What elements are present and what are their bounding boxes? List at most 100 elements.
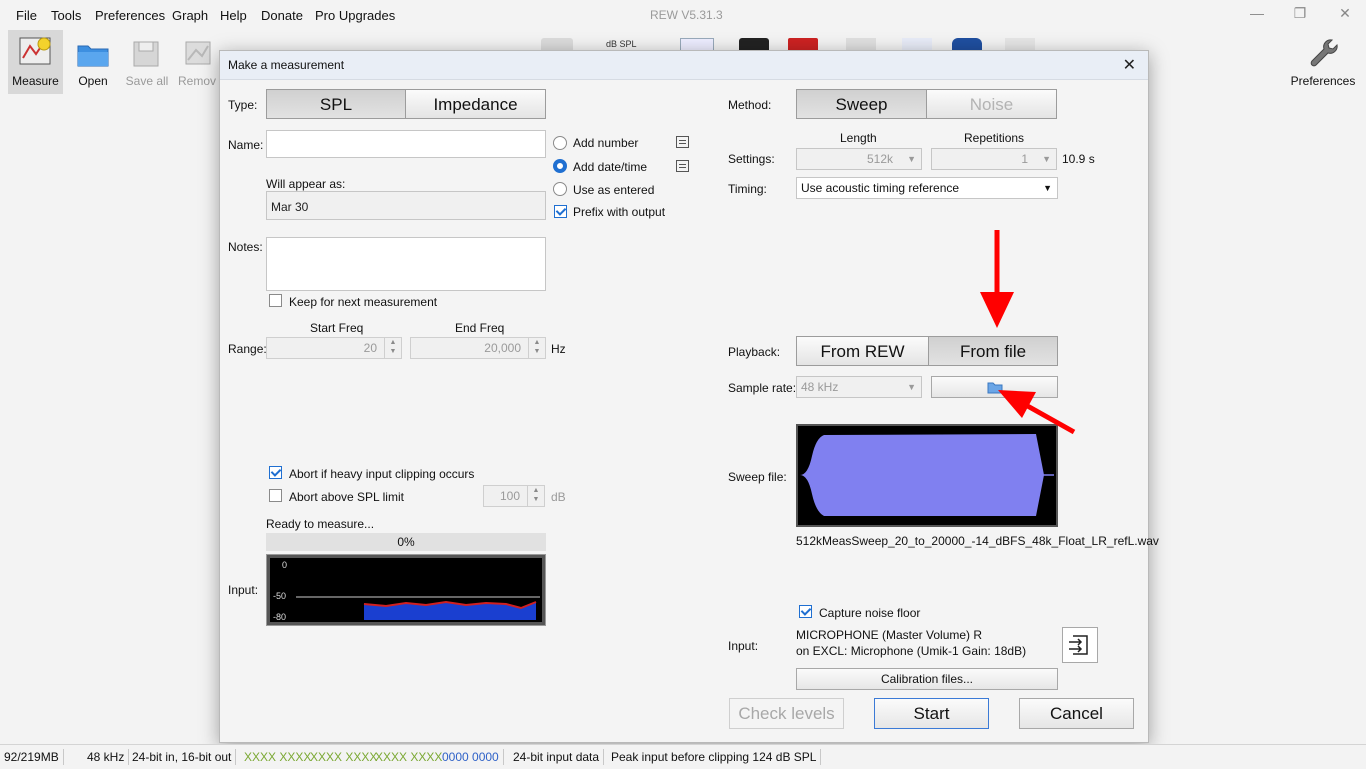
menu-graph[interactable]: Graph — [172, 8, 208, 23]
menu-pro-upgrades[interactable]: Pro Upgrades — [315, 8, 395, 23]
annotation-arrow-down-icon — [980, 230, 1014, 328]
length-label: Length — [840, 131, 877, 145]
method-label: Method: — [728, 98, 772, 112]
status-indicator-3: XXXX XXXX — [375, 750, 443, 764]
abort-spl-label: Abort above SPL limit — [289, 490, 404, 504]
sweep-filename: 512kMeasSweep_20_to_20000_-14_dBFS_48k_F… — [796, 534, 1159, 548]
sample-rate-label: Sample rate: — [728, 381, 797, 395]
prefix-output-checkbox[interactable] — [554, 205, 567, 218]
save-all-button[interactable]: Save all — [120, 30, 174, 94]
capture-noise-floor-checkbox[interactable] — [799, 605, 812, 618]
add-number-radio[interactable] — [553, 136, 567, 150]
method-sweep-button[interactable]: Sweep — [796, 89, 927, 119]
save-all-label: Save all — [125, 74, 169, 88]
right-input-label: Input: — [728, 639, 759, 653]
spl-meter-icon[interactable]: dB SPL — [606, 39, 637, 49]
menu-file[interactable]: File — [16, 8, 37, 23]
remove-button[interactable]: Remov — [176, 30, 218, 94]
list-settings-icon[interactable] — [676, 136, 689, 148]
timing-value: Use acoustic timing reference — [801, 181, 960, 195]
preferences-button[interactable]: Preferences — [1290, 30, 1356, 94]
playback-label: Playback: — [728, 345, 781, 359]
start-freq-spinner[interactable]: 20 ▲ ▼ — [266, 337, 402, 359]
dialog-titlebar: Make a measurement ✕ — [220, 51, 1148, 80]
timing-select[interactable]: Use acoustic timing reference ▼ — [796, 177, 1058, 199]
end-freq-value: 20,000 — [484, 341, 521, 355]
type-impedance-button[interactable]: Impedance — [405, 89, 546, 119]
sample-rate-select[interactable]: 48 kHz ▼ — [796, 376, 922, 398]
eq-filters-icon[interactable] — [952, 38, 982, 50]
spinner-arrows-icon[interactable]: ▲ ▼ — [528, 338, 545, 358]
cancel-button[interactable]: Cancel — [1019, 698, 1134, 729]
timing-label: Timing: — [728, 182, 767, 196]
spinner-arrows-icon[interactable]: ▲ ▼ — [384, 338, 401, 358]
name-input[interactable] — [266, 130, 546, 158]
minimize-icon[interactable]: — — [1246, 5, 1268, 25]
chevron-down-icon: ▼ — [907, 154, 916, 164]
folder-open-icon — [77, 45, 109, 67]
type-label: Type: — [228, 98, 258, 112]
use-as-entered-label: Use as entered — [573, 183, 655, 197]
check-levels-button[interactable]: Check levels — [729, 698, 844, 729]
playback-from-rew-button[interactable]: From REW — [796, 336, 929, 366]
status-indicator-1: XXXX XXXX — [244, 750, 312, 764]
meter-tick-0: 0 — [282, 560, 288, 570]
spinner-arrows-icon[interactable]: ▲ ▼ — [527, 486, 544, 506]
spl-limit-spinner[interactable]: 100 ▲ ▼ — [483, 485, 545, 507]
sample-rate-value: 48 kHz — [801, 380, 839, 394]
length-select[interactable]: 512k ▼ — [796, 148, 922, 170]
status-bar: 92/219MB 48 kHz 24-bit in, 16-bit out XX… — [0, 744, 1366, 769]
repetitions-select[interactable]: 1 ▼ — [931, 148, 1057, 170]
add-datetime-radio[interactable] — [553, 159, 567, 173]
type-spl-button[interactable]: SPL — [266, 89, 406, 119]
abort-clipping-checkbox[interactable] — [269, 466, 282, 479]
input-device-line2: on EXCL: Microphone (Umik-1 Gain: 18dB) — [796, 644, 1027, 658]
spl-limit-value: 100 — [499, 489, 520, 503]
status-text: Ready to measure... — [266, 517, 375, 531]
menu-donate[interactable]: Donate — [261, 8, 303, 23]
waterfall-icon[interactable] — [846, 38, 876, 50]
abort-spl-checkbox[interactable] — [269, 489, 282, 502]
annotation-arrow-left-icon — [998, 390, 1076, 435]
status-bit-depth: 24-bit in, 16-bit out — [128, 749, 237, 765]
status-sample-rate: 48 kHz — [83, 749, 130, 765]
sweep-waveform — [800, 434, 1054, 516]
meter-tick-80: -80 — [273, 612, 287, 622]
method-noise-button[interactable]: Noise — [926, 89, 1057, 119]
start-freq-value: 20 — [363, 341, 377, 355]
menu-help[interactable]: Help — [220, 8, 247, 23]
end-freq-spinner[interactable]: 20,000 ▲ ▼ — [410, 337, 546, 359]
input-spectrum — [296, 596, 540, 620]
notes-textarea[interactable] — [266, 237, 546, 291]
datetime-format-icon[interactable] — [676, 160, 689, 172]
chevron-down-icon: ▼ — [1043, 183, 1052, 193]
use-as-entered-radio[interactable] — [553, 182, 567, 196]
wrench-icon — [1310, 39, 1338, 67]
freq-unit-label: Hz — [551, 342, 566, 356]
measure-button[interactable]: Measure — [8, 30, 63, 94]
open-button[interactable]: Open — [66, 30, 120, 94]
keep-for-next-checkbox[interactable] — [269, 294, 282, 307]
start-button[interactable]: Start — [874, 698, 989, 729]
end-freq-label: End Freq — [455, 321, 505, 335]
status-peak-input: Peak input before clipping 124 dB SPL — [607, 749, 822, 765]
restore-icon[interactable]: ❐ — [1289, 5, 1311, 25]
window-close-icon[interactable]: ✕ — [1334, 5, 1356, 25]
scope-icon[interactable] — [739, 38, 769, 50]
chevron-down-icon: ▼ — [907, 382, 916, 392]
menu-tools[interactable]: Tools — [51, 8, 81, 23]
meter-tick-50: -50 — [273, 591, 287, 601]
input-select-button[interactable] — [1062, 627, 1098, 663]
levels-icon[interactable] — [1005, 38, 1035, 50]
graph-icon[interactable] — [541, 38, 573, 50]
capture-noise-floor-label: Capture noise floor — [819, 606, 921, 620]
measure-label: Measure — [12, 74, 59, 88]
menu-preferences[interactable]: Preferences — [95, 8, 165, 23]
rta-icon[interactable] — [788, 38, 818, 50]
overlay-icon[interactable] — [902, 38, 932, 50]
dialog-close-icon[interactable]: ✕ — [1123, 55, 1136, 75]
prefix-output-label: Prefix with output — [573, 205, 666, 219]
calibration-files-button[interactable]: Calibration files... — [796, 668, 1058, 690]
will-appear-label: Will appear as: — [266, 177, 346, 191]
playback-from-file-button[interactable]: From file — [928, 336, 1058, 366]
